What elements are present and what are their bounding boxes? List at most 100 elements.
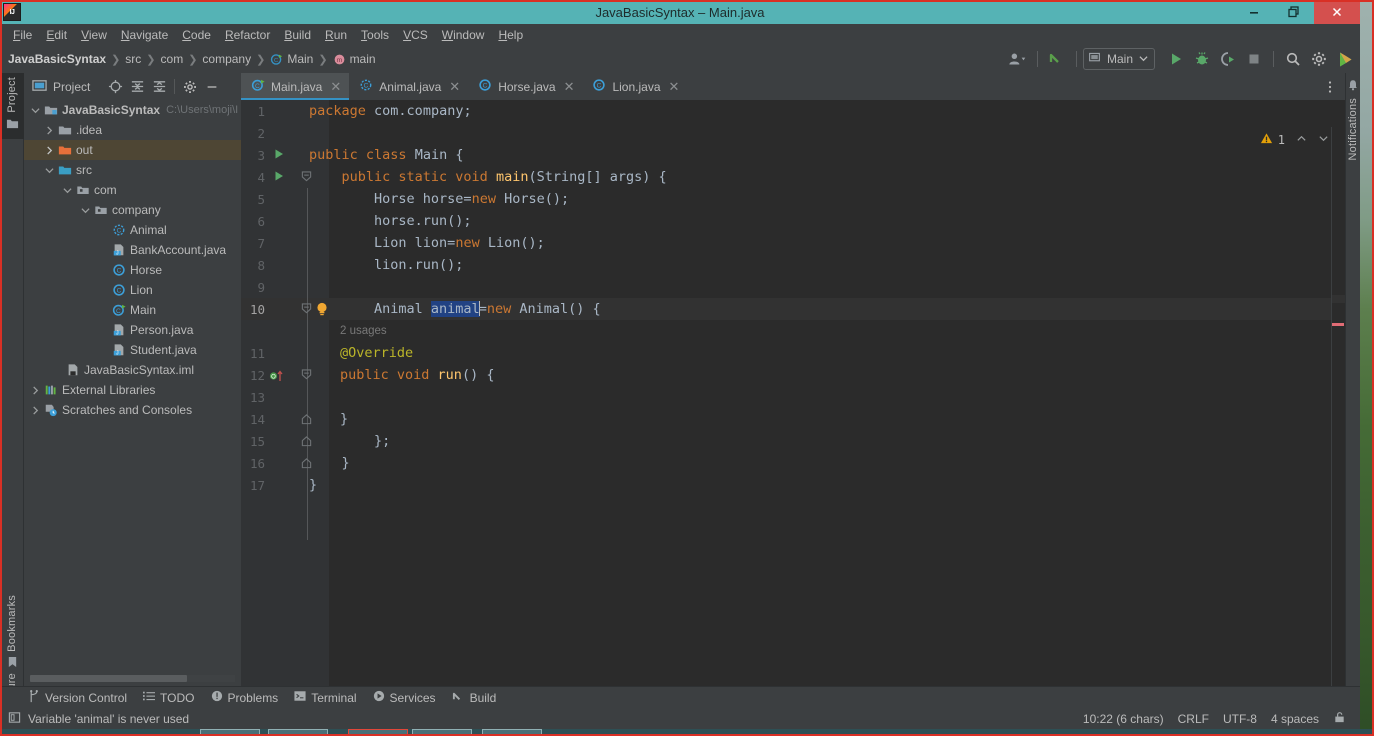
code-line-2[interactable]: 2 (241, 122, 1345, 144)
locate-icon[interactable] (104, 76, 126, 98)
bottom-item-services[interactable]: Services (373, 690, 436, 705)
code-line-6[interactable]: 6 horse.run(); (241, 210, 1345, 232)
bottom-item-terminal[interactable]: Terminal (294, 690, 357, 705)
scrollbar-thumb[interactable] (30, 675, 187, 682)
breadcrumb-item-src[interactable]: src (125, 52, 141, 66)
menu-refactor[interactable]: Refactor (218, 26, 277, 44)
code-line-4[interactable]: 4 public static void main(String[] args)… (241, 166, 1345, 188)
restore-icon[interactable] (1274, 0, 1314, 24)
stripe-warning-marker[interactable] (1332, 323, 1344, 326)
code-line-13[interactable]: 13 (241, 386, 1345, 408)
code-line-17[interactable]: 17 } (241, 474, 1345, 496)
implements-icon[interactable]: O (269, 369, 285, 383)
run-configuration-selector[interactable]: Main (1082, 48, 1155, 70)
menu-tools[interactable]: Tools (354, 26, 396, 44)
update-project-icon[interactable] (1044, 47, 1070, 71)
tree-item-idea[interactable]: .idea (24, 120, 241, 140)
taskbar-item[interactable] (482, 729, 542, 736)
chevron-down-icon[interactable] (42, 166, 56, 175)
menu-file[interactable]: File (6, 26, 39, 44)
code-line-15[interactable]: 15 }; (241, 430, 1345, 452)
code-editor[interactable]: 1 package com.company; 2 3 public class … (241, 100, 1345, 686)
close-icon[interactable]: ✕ (330, 80, 341, 93)
search-everywhere-icon[interactable] (1280, 47, 1306, 71)
chevron-up-icon[interactable] (1296, 133, 1307, 147)
project-horizontal-scrollbar[interactable] (30, 675, 235, 682)
code-line-8[interactable]: 8 lion.run(); (241, 254, 1345, 276)
tree-item-person[interactable]: J Person.java (24, 320, 241, 340)
code-line-7[interactable]: 7 Lion lion=new Lion(); (241, 232, 1345, 254)
fold-open-icon[interactable] (301, 369, 312, 380)
project-tree[interactable]: JavaBasicSyntax C:\Users\moji\I .idea ou… (24, 100, 241, 668)
tree-item-javabasicsyntax[interactable]: JavaBasicSyntax C:\Users\moji\I (24, 100, 241, 120)
menu-run[interactable]: Run (318, 26, 354, 44)
usages-inlay-hint[interactable]: 2 usages (340, 325, 387, 337)
chevron-right-icon[interactable] (28, 405, 42, 415)
breadcrumb-item-company[interactable]: company (202, 52, 251, 66)
taskbar-item-active[interactable] (348, 729, 408, 736)
code-line-10[interactable]: 10 Animal animal=new Animal() { (241, 298, 1345, 320)
settings-gear-icon[interactable] (1306, 47, 1332, 71)
chevron-right-icon[interactable] (42, 125, 56, 135)
close-icon[interactable] (1314, 0, 1360, 24)
tree-item-lion[interactable]: C Lion (24, 280, 241, 300)
menu-help[interactable]: Help (491, 26, 530, 44)
file-encoding[interactable]: UTF-8 (1223, 712, 1257, 726)
code-line-16[interactable]: 16 } (241, 452, 1345, 474)
inspection-widget[interactable]: 1 (1260, 132, 1329, 148)
ide-feature-icon[interactable] (1332, 47, 1358, 71)
code-line-11[interactable]: 11 @Override (241, 342, 1345, 364)
code-line-14[interactable]: 14 } (241, 408, 1345, 430)
tree-item-external-libraries[interactable]: External Libraries (24, 380, 241, 400)
run-gutter-icon[interactable] (273, 170, 285, 182)
menu-window[interactable]: Window (435, 26, 492, 44)
expand-all-icon[interactable] (126, 76, 148, 98)
tree-item-com[interactable]: com (24, 180, 241, 200)
tree-item-horse[interactable]: C Horse (24, 260, 241, 280)
caret-position[interactable]: 10:22 (6 chars) (1083, 712, 1164, 726)
code-line-3[interactable]: 3 public class Main { (241, 144, 1345, 166)
tree-item-iml[interactable]: JavaBasicSyntax.iml (24, 360, 241, 380)
breadcrumb-item-class[interactable]: C Main (270, 52, 313, 66)
minimize-icon[interactable] (1234, 0, 1274, 24)
menu-code[interactable]: Code (175, 26, 218, 44)
stop-icon[interactable] (1241, 47, 1267, 71)
close-icon[interactable]: ✕ (669, 80, 680, 93)
menu-build[interactable]: Build (277, 26, 318, 44)
fold-close-icon[interactable] (301, 414, 312, 425)
collapse-all-icon[interactable] (148, 76, 170, 98)
line-separator[interactable]: CRLF (1178, 712, 1209, 726)
read-write-lock-icon[interactable] (1333, 711, 1346, 727)
hide-icon[interactable] (201, 76, 223, 98)
bottom-item-todo[interactable]: TODO (143, 690, 195, 705)
debug-icon[interactable] (1189, 47, 1215, 71)
taskbar-item[interactable] (200, 729, 260, 736)
chevron-right-icon[interactable] (28, 385, 42, 395)
more-options-icon[interactable] (1323, 73, 1337, 100)
chevron-down-icon[interactable] (1318, 133, 1329, 147)
menu-view[interactable]: View (74, 26, 114, 44)
code-line-5[interactable]: 5 Horse horse=new Horse(); (241, 188, 1345, 210)
sidebar-item-notifications[interactable]: Notifications (1347, 79, 1359, 161)
bottom-item-build[interactable]: Build (452, 690, 496, 706)
chevron-down-icon[interactable] (78, 206, 92, 215)
menu-edit[interactable]: Edit (39, 26, 74, 44)
error-stripe-markers[interactable] (1331, 127, 1345, 686)
sidebar-item-project[interactable]: Project (0, 73, 24, 139)
run-icon[interactable] (1163, 47, 1189, 71)
status-message-area[interactable]: Variable 'animal' is never used (8, 711, 189, 727)
close-icon[interactable]: ✕ (449, 80, 460, 93)
run-gutter-icon[interactable] (273, 148, 285, 160)
selected-token[interactable]: animal (430, 301, 480, 317)
settings-gear-icon[interactable] (179, 76, 201, 98)
tab-horse-java[interactable]: C Horse.java ✕ (468, 73, 582, 100)
sidebar-item-bookmarks[interactable]: Bookmarks (0, 593, 24, 667)
tree-item-animal[interactable]: C Animal (24, 220, 241, 240)
tab-lion-java[interactable]: C Lion.java ✕ (582, 73, 687, 100)
bottom-item-version-control[interactable]: Version Control (28, 689, 127, 706)
taskbar-item[interactable] (268, 729, 328, 736)
chevron-down-icon[interactable] (28, 106, 42, 115)
tree-item-bankaccount[interactable]: J BankAccount.java (24, 240, 241, 260)
indent-setting[interactable]: 4 spaces (1271, 712, 1319, 726)
tab-animal-java[interactable]: C Animal.java ✕ (349, 73, 468, 100)
